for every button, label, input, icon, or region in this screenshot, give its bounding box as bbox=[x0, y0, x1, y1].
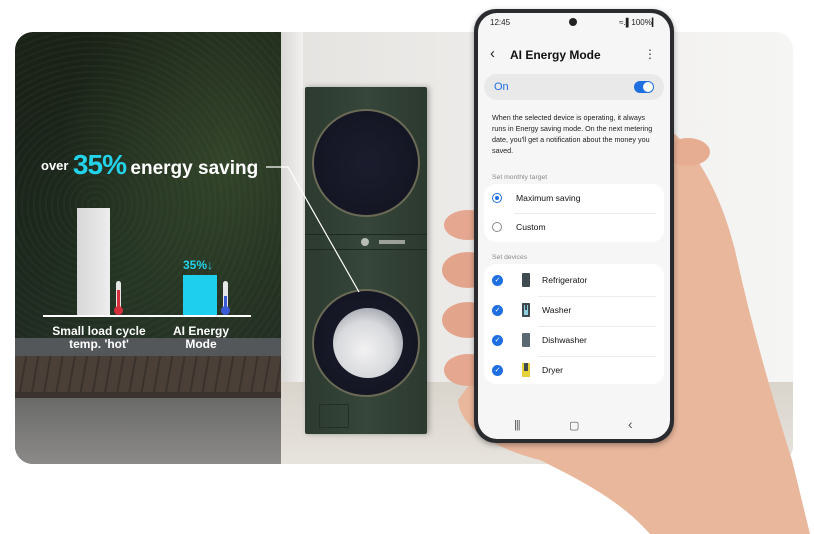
smartphone: 12:45 ≈.▌100%▎ ‹ AI Energy Mode ⋮ On Whe… bbox=[474, 9, 674, 443]
hero-banner bbox=[15, 32, 793, 464]
headline-prefix: over bbox=[41, 158, 69, 173]
radio-unselected[interactable] bbox=[492, 222, 502, 232]
cold-thermometer-icon bbox=[221, 281, 230, 315]
kick-panel bbox=[319, 404, 349, 428]
front-camera bbox=[569, 18, 577, 26]
phone-screen: 12:45 ≈.▌100%▎ ‹ AI Energy Mode ⋮ On Whe… bbox=[478, 13, 670, 439]
toggle-label: On bbox=[494, 81, 509, 93]
energy-mode-toggle-row[interactable]: On bbox=[484, 74, 664, 100]
device-row-dishwasher[interactable]: ✓ Dishwasher bbox=[484, 326, 664, 355]
washer-door bbox=[312, 289, 420, 397]
checkbox-checked-icon[interactable]: ✓ bbox=[492, 365, 503, 376]
device-label: Dishwasher bbox=[542, 335, 587, 345]
bar-ai-caption: AI Energy Mode bbox=[172, 324, 229, 351]
radio-selected[interactable] bbox=[492, 193, 502, 203]
control-panel bbox=[305, 234, 427, 250]
floor bbox=[15, 398, 281, 464]
target-option-maximum-saving[interactable]: Maximum saving bbox=[484, 184, 664, 213]
dishwasher-icon bbox=[522, 333, 530, 347]
mode-description: When the selected device is operating, i… bbox=[492, 113, 653, 155]
checkbox-checked-icon[interactable]: ✓ bbox=[492, 335, 503, 346]
back-nav-icon[interactable]: ‹ bbox=[628, 416, 633, 432]
washer-icon bbox=[522, 303, 530, 317]
pillar bbox=[281, 32, 303, 382]
washer-dryer-tower bbox=[305, 87, 427, 434]
more-options-icon[interactable]: ⋮ bbox=[644, 47, 656, 61]
headline: over 35% energy saving bbox=[41, 149, 258, 181]
status-icons: ≈.▌100%▎ bbox=[619, 18, 658, 27]
headline-suffix: energy saving bbox=[130, 158, 259, 179]
monthly-target-header: Set monthly target bbox=[492, 174, 548, 181]
device-row-dryer[interactable]: ✓ Dryer bbox=[484, 356, 664, 385]
page-title: AI Energy Mode bbox=[510, 48, 601, 62]
target-option-custom[interactable]: Custom bbox=[484, 213, 664, 242]
hot-thermometer-icon bbox=[114, 281, 123, 315]
target-label: Custom bbox=[516, 222, 546, 232]
app-bar: ‹ AI Energy Mode ⋮ bbox=[478, 43, 670, 67]
device-label: Washer bbox=[542, 305, 572, 315]
bar-ai-energy-mode bbox=[183, 275, 217, 315]
checkbox-checked-icon[interactable]: ✓ bbox=[492, 275, 503, 286]
navigation-bar: ||| ▢ ‹ bbox=[478, 413, 670, 439]
device-row-washer[interactable]: ✓ Washer bbox=[484, 296, 664, 325]
bar-hot-caption: Small load cycle temp. 'hot' bbox=[49, 325, 149, 351]
dial-knob bbox=[361, 238, 369, 246]
back-arrow-icon[interactable]: ‹ bbox=[490, 45, 495, 62]
bar-small-load-hot bbox=[77, 208, 110, 315]
bar-ai-value: 35%↓ bbox=[183, 258, 214, 272]
target-card: Maximum saving Custom bbox=[484, 184, 664, 242]
chart-baseline bbox=[43, 315, 251, 317]
washer-drum bbox=[333, 308, 403, 378]
display bbox=[379, 240, 405, 244]
dryer-icon bbox=[522, 363, 530, 377]
status-time: 12:45 bbox=[490, 18, 511, 27]
devices-header: Set devices bbox=[492, 254, 528, 261]
recents-icon[interactable]: ||| bbox=[514, 419, 521, 431]
dryer-door bbox=[312, 109, 420, 217]
checkbox-checked-icon[interactable]: ✓ bbox=[492, 305, 503, 316]
devices-card: ✓ Refrigerator ✓ Washer ✓ Dishwasher ✓ D… bbox=[484, 264, 664, 384]
headline-percent: 35% bbox=[72, 149, 127, 180]
refrigerator-icon bbox=[522, 273, 530, 287]
home-icon[interactable]: ▢ bbox=[569, 419, 579, 432]
wooden-deck bbox=[15, 356, 281, 392]
device-label: Dryer bbox=[542, 365, 564, 375]
energy-mode-toggle[interactable] bbox=[634, 81, 654, 93]
target-label: Maximum saving bbox=[516, 193, 581, 203]
bar-hot-caption-line2: temp. 'hot' bbox=[69, 337, 129, 351]
device-row-refrigerator[interactable]: ✓ Refrigerator bbox=[484, 266, 664, 295]
device-label: Refrigerator bbox=[542, 275, 588, 285]
